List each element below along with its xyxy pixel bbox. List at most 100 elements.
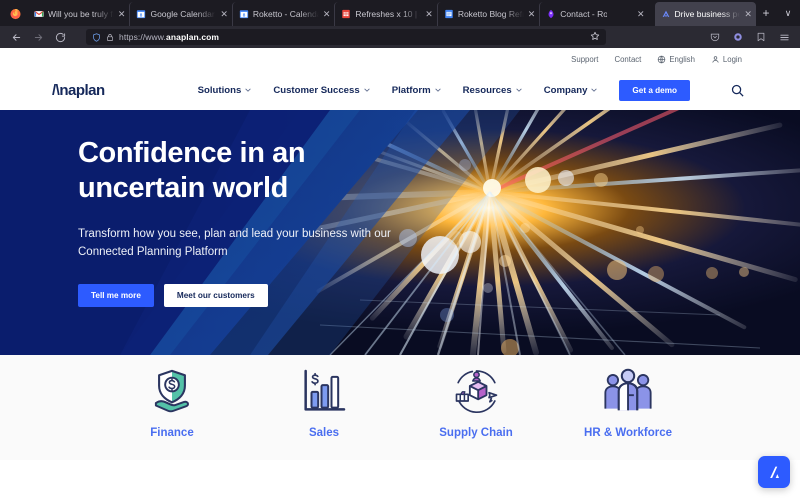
globe-icon: [657, 55, 666, 64]
tab-title: Google Calendar - Week: [150, 2, 216, 26]
nav-item-label: Platform: [392, 85, 431, 96]
category-finance[interactable]: Finance: [96, 365, 248, 439]
anaplan-logo[interactable]: /\naplan: [52, 79, 142, 101]
chat-widget-button[interactable]: [758, 456, 790, 488]
utility-bar: Support Contact English Login: [0, 48, 800, 70]
url-domain: anaplan.com: [166, 32, 219, 42]
anaplan-chat-icon: [765, 463, 784, 482]
bar-chart-dollar-icon: [299, 365, 349, 417]
category-label: Supply Chain: [439, 427, 512, 439]
browser-tab[interactable]: Refreshes x 10 | #860q6 ✕: [334, 2, 436, 26]
tab-title: Refreshes x 10 | #860q6: [355, 2, 421, 26]
tab-title: Roketto Blog Refresh #2: [458, 2, 524, 26]
page-title: Confidence in an uncertain world: [78, 136, 508, 207]
close-icon[interactable]: ✕: [425, 10, 433, 19]
hero-banner: Confidence in an uncertain world Transfo…: [0, 110, 800, 355]
chevron-down-icon: [591, 88, 597, 92]
contact-link[interactable]: Contact: [614, 55, 641, 64]
star-icon[interactable]: [590, 28, 600, 46]
category-list: Finance Sales: [0, 355, 800, 460]
close-icon[interactable]: ✕: [323, 10, 331, 19]
shield-dollar-hand-icon: [146, 365, 198, 417]
nav-item-resources[interactable]: Resources: [463, 85, 522, 96]
tabstrip-controls: + ∨: [756, 3, 798, 26]
chevron-down-icon: [245, 88, 251, 92]
close-icon[interactable]: ✕: [744, 10, 752, 19]
padlock-icon[interactable]: [106, 33, 114, 42]
browser-tab[interactable]: Will you be truly free in 2 ✕: [28, 2, 129, 26]
login-label: Login: [723, 55, 742, 64]
category-sales[interactable]: Sales: [248, 365, 400, 439]
pocket-icon[interactable]: [705, 28, 725, 46]
web-page: Support Contact English Login /\naplan: [0, 48, 800, 500]
meet-our-customers-button[interactable]: Meet our customers: [164, 284, 268, 307]
google-calendar-icon: 8: [239, 9, 249, 19]
tab-title: Contact - Roketto: [560, 2, 607, 26]
browser-tab[interactable]: 8 Roketto - Calendar - 4 d ✕: [232, 2, 334, 26]
close-icon[interactable]: ✕: [118, 10, 126, 19]
get-a-demo-button[interactable]: Get a demo: [619, 80, 690, 101]
nav-item-label: Solutions: [198, 85, 242, 96]
nav-item-label: Resources: [463, 85, 512, 96]
tell-me-more-button[interactable]: Tell me more: [78, 284, 154, 307]
tab-strip: Will you be truly free in 2 ✕ 8 Google C…: [0, 0, 800, 26]
browser-toolbar: https://www.anaplan.com: [0, 26, 800, 48]
new-tab-button[interactable]: +: [756, 3, 776, 23]
save-to-pocket-icon[interactable]: [751, 28, 771, 46]
hero-heading-line2: uncertain world: [78, 172, 288, 204]
browser-tab[interactable]: Roketto Blog Refresh #2 ✕: [437, 2, 539, 26]
category-label: HR & Workforce: [584, 427, 672, 439]
nav-item-customer-success[interactable]: Customer Success: [273, 85, 369, 96]
url-text: https://www.anaplan.com: [119, 32, 219, 42]
chevron-down-icon: [516, 88, 522, 92]
nav-item-label: Customer Success: [273, 85, 359, 96]
category-supply-chain[interactable]: Supply Chain: [400, 365, 552, 439]
svg-text:/\naplan: /\naplan: [52, 82, 105, 99]
nav-links: Solutions Customer Success Platform Reso…: [198, 80, 745, 101]
user-icon: [711, 55, 720, 64]
tab-title: Roketto - Calendar - 4 d: [253, 2, 319, 26]
people-group-icon: [602, 365, 654, 417]
close-icon[interactable]: ✕: [220, 10, 228, 19]
hero-buttons: Tell me more Meet our customers: [78, 284, 508, 307]
tab-title: Drive business performan: [675, 2, 741, 26]
support-link[interactable]: Support: [571, 55, 598, 64]
hero-subtitle: Transform how you see, plan and lead you…: [78, 225, 398, 262]
chevron-down-icon: [435, 88, 441, 92]
login-link[interactable]: Login: [711, 55, 742, 64]
google-sheets-icon: [341, 9, 351, 19]
language-label: English: [669, 55, 695, 64]
hero-heading-line1: Confidence in an: [78, 137, 305, 169]
gmail-icon: [34, 9, 44, 19]
nav-item-company[interactable]: Company: [544, 85, 598, 96]
browser-tab-active[interactable]: Drive business performan ✕: [655, 2, 756, 26]
browser-tab[interactable]: Contact - Roketto ✕: [539, 2, 654, 26]
main-navigation: /\naplan Solutions Customer Success Plat…: [0, 70, 800, 110]
browser-tab[interactable]: 8 Google Calendar - Week ✕: [129, 2, 231, 26]
close-icon[interactable]: ✕: [637, 10, 645, 19]
tab-list: Will you be truly free in 2 ✕ 8 Google C…: [28, 0, 756, 26]
back-button[interactable]: [6, 28, 26, 46]
search-icon[interactable]: [730, 83, 745, 98]
reload-button[interactable]: [50, 28, 70, 46]
close-icon[interactable]: ✕: [528, 10, 536, 19]
address-bar[interactable]: https://www.anaplan.com: [86, 29, 606, 45]
nav-item-label: Company: [544, 85, 588, 96]
chevron-down-icon: [364, 88, 370, 92]
nav-item-solutions[interactable]: Solutions: [198, 85, 252, 96]
chevron-down-icon[interactable]: ∨: [778, 3, 798, 23]
account-icon[interactable]: [728, 28, 748, 46]
browser-window: Will you be truly free in 2 ✕ 8 Google C…: [0, 0, 800, 500]
google-docs-icon: [444, 9, 454, 19]
forward-button[interactable]: [28, 28, 48, 46]
hamburger-menu-icon[interactable]: [774, 28, 794, 46]
package-circle-icon: [449, 365, 504, 417]
toolbar-icons: [705, 28, 794, 46]
url-prefix: https://www.: [119, 32, 166, 42]
shield-icon[interactable]: [92, 33, 101, 42]
roketto-icon: [546, 9, 556, 19]
language-selector[interactable]: English: [657, 55, 695, 64]
category-hr-workforce[interactable]: HR & Workforce: [552, 365, 704, 439]
hero-content: Confidence in an uncertain world Transfo…: [78, 136, 508, 307]
nav-item-platform[interactable]: Platform: [392, 85, 441, 96]
